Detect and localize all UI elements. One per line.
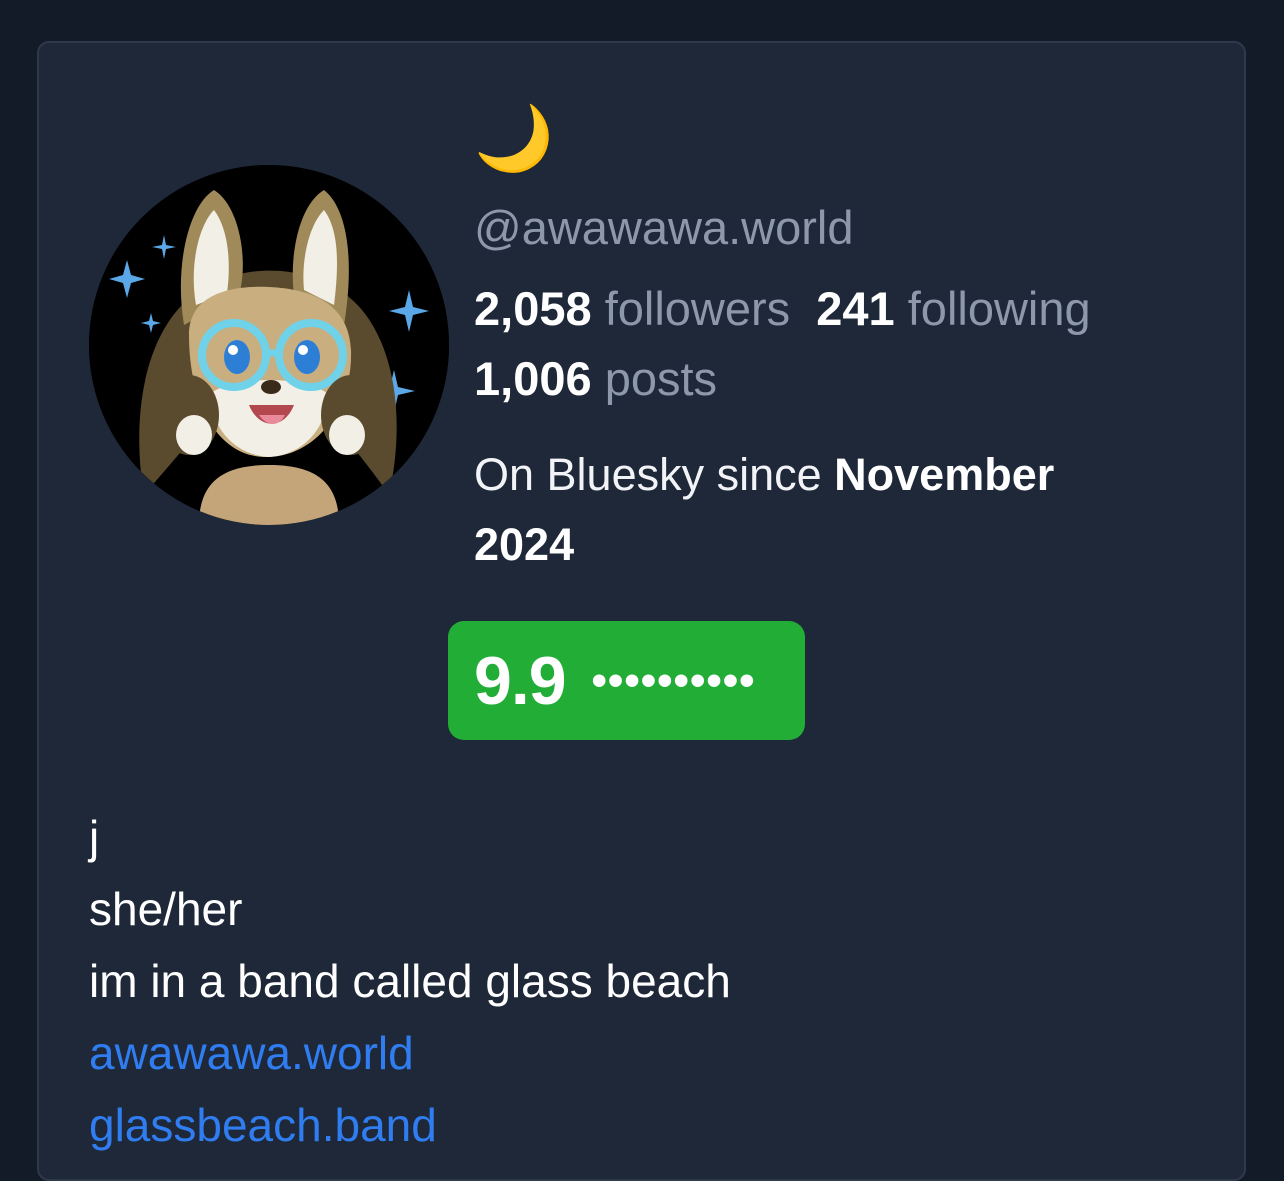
following-count: 241 xyxy=(816,282,895,335)
joined-since-prefix: On Bluesky since xyxy=(474,449,822,500)
following-stat[interactable]: 241 following xyxy=(816,282,1090,335)
display-name: 🌙 xyxy=(474,102,554,174)
bio-link-glassbeach[interactable]: glassbeach.band xyxy=(89,1089,731,1161)
following-label: following xyxy=(907,282,1091,335)
profile-info: 🌙 @awawawa.world 2,058 followers 241 fol… xyxy=(474,98,1174,580)
followers-label: followers xyxy=(604,282,791,335)
posts-count: 1,006 xyxy=(474,352,592,405)
profile-stats: 2,058 followers 241 following 1,006 post… xyxy=(474,274,1174,414)
bio-line: j xyxy=(89,811,100,863)
score-dots: •••••••••• xyxy=(591,655,756,705)
profile-card: 🌙 @awawawa.world 2,058 followers 241 fol… xyxy=(37,41,1246,1181)
posts-stat: 1,006 posts xyxy=(474,352,717,405)
followers-count: 2,058 xyxy=(474,282,592,335)
followers-stat[interactable]: 2,058 followers xyxy=(474,282,790,335)
bio-line: im in a band called glass beach xyxy=(89,955,731,1007)
joined-since: On Bluesky since November 2024 xyxy=(474,440,1124,580)
profile-bio: j she/her im in a band called glass beac… xyxy=(89,801,731,1161)
score-value: 9.9 xyxy=(474,642,567,719)
score-badge: 9.9 •••••••••• xyxy=(448,621,805,740)
fox-avatar-icon xyxy=(89,165,449,525)
bio-line: she/her xyxy=(89,883,243,935)
bio-link-awawawa[interactable]: awawawa.world xyxy=(89,1017,731,1089)
posts-label: posts xyxy=(604,352,718,405)
profile-handle[interactable]: @awawawa.world xyxy=(474,200,1174,256)
avatar[interactable] xyxy=(89,165,449,525)
